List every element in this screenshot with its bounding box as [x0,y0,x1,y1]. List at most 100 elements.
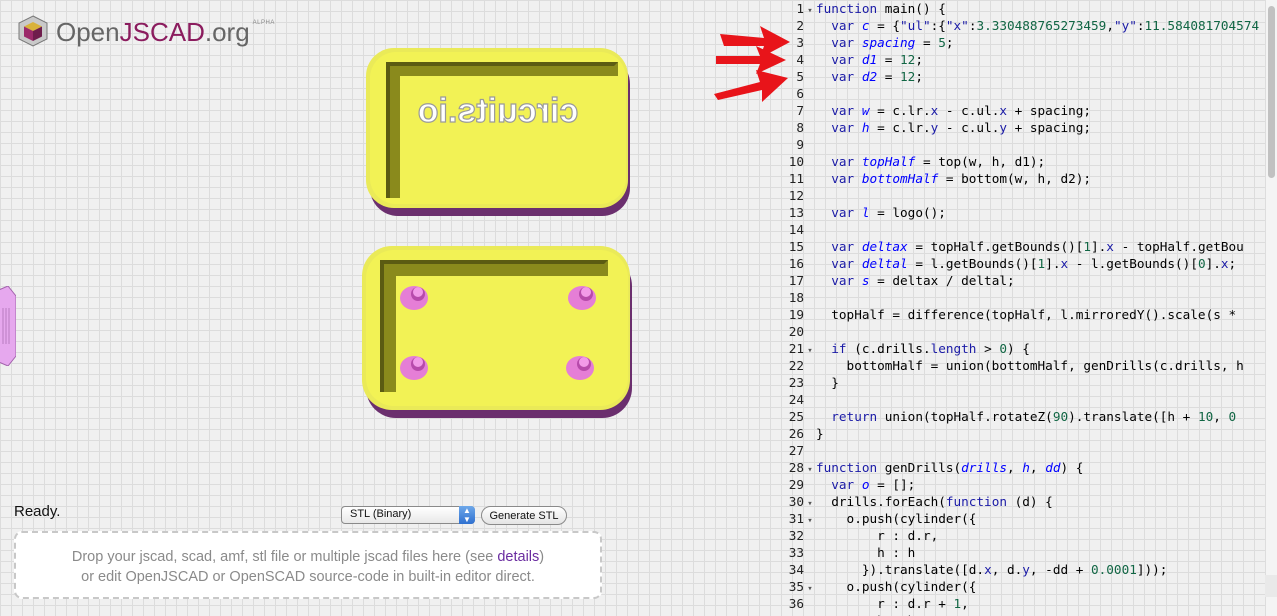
line-number: 36 [788,596,804,611]
openjscad-logo[interactable]: OpenJSCAD.org ALPHA [16,14,275,50]
code-line[interactable]: 14 [775,221,816,238]
code-line[interactable]: 30 ▾ drills.forEach(function (d) { [775,493,1053,510]
code-line[interactable]: 37 h : h + 2 [775,612,946,616]
drill-post [400,286,428,310]
code-token: genDrills( [884,460,962,475]
generate-stl-button[interactable]: Generate STL [481,506,567,525]
code-line[interactable]: 6 [775,85,816,102]
code-token: = top(w, h, d1); [915,154,1046,169]
code-token: dd [1045,460,1061,475]
code-line[interactable]: 17 var s = deltax / deltal; [775,272,1015,289]
code-line[interactable]: 25 return union(topHalf.rotateZ(90).tran… [775,408,1236,425]
code-token: topHalf [861,154,916,169]
code-line[interactable]: 2 var c = {"ul":{"x":3.330488765273459,"… [775,17,1259,34]
code-line[interactable]: 32 r : d.r, [775,527,939,544]
details-link[interactable]: details [497,549,539,565]
scrollbar-thumb[interactable] [1268,6,1275,178]
code-token: ; [915,69,923,84]
export-format-value: STL (Binary) [350,508,412,520]
code-line[interactable]: 36 r : d.r + 1, [775,595,969,612]
code-line[interactable]: 8 var h = c.lr.y - c.ul.y + spacing; [775,119,1091,136]
line-number: 22 [788,358,804,373]
code-token: function [816,1,885,16]
code-line[interactable]: 3 var spacing = 5; [775,34,953,51]
code-line[interactable]: 16 var deltal = l.getBounds()[1].x - l.g… [775,255,1236,272]
drill-post [566,356,594,380]
code-line[interactable]: 13 var l = logo(); [775,204,946,221]
code-line[interactable]: 18 [775,289,816,306]
code-token: var [831,154,862,169]
code-token: 0.0001 [1091,562,1137,577]
code-line[interactable]: 33 h : h [775,544,916,561]
code-line[interactable]: 22 bottomHalf = union(bottomHalf, genDri… [775,357,1244,374]
code-token: = [877,52,901,67]
code-token: var [831,256,862,271]
code-line[interactable]: 12 [775,187,816,204]
code-token: o.push(cylinder({ [816,511,977,526]
side-panel-handle[interactable] [0,286,16,366]
code-token: 0 [1228,409,1237,424]
code-token: = c.lr. [869,120,931,135]
code-line[interactable]: 27 [775,442,816,459]
code-line[interactable]: 9 [775,136,816,153]
code-line[interactable]: 10 var topHalf = top(w, h, d1); [775,153,1045,170]
code-line[interactable]: 28 ▾ function genDrills(drills, h, dd) { [775,459,1084,476]
code-token: ) { [1060,460,1084,475]
code-line[interactable]: 24 [775,391,816,408]
dropzone-line-1: Drop your jscad, scad, amf, stl file or … [16,547,600,567]
code-line[interactable]: 5 var d2 = 12; [775,68,923,85]
code-line[interactable]: 31 ▾ o.push(cylinder({ [775,510,977,527]
line-number: 32 [788,528,804,543]
code-token: function [816,460,885,475]
export-format-select[interactable]: STL (Binary) ▲ ▼ [341,506,475,524]
code-line[interactable]: 29 var o = []; [775,476,916,493]
code-line[interactable]: 21 ▾ if (c.drills.length > 0) { [775,340,1030,357]
code-line[interactable]: 35 ▾ o.push(cylinder({ [775,578,977,595]
code-line[interactable]: 23 } [775,374,839,391]
code-line[interactable]: 15 var deltax = topHalf.getBounds()[1].x… [775,238,1244,255]
code-editor[interactable]: 1 ▾ function main() {2 var c = {"ul":{"x":… [775,0,1265,616]
alpha-badge: ALPHA [252,20,275,26]
line-number: 15 [788,239,804,254]
code-line[interactable]: 7 var w = c.lr.x - c.ul.x + spacing; [775,102,1091,119]
code-line[interactable]: 34 }).translate([d.x, d.y, -dd + 0.0001]… [775,561,1168,578]
code-token: var [831,273,862,288]
code-line[interactable]: 20 [775,323,816,340]
file-dropzone[interactable]: Drop your jscad, scad, amf, stl file or … [14,531,602,599]
code-line[interactable]: 1 ▾ function main() { [775,0,946,17]
code-token: var [831,18,862,33]
code-token: = c.lr. [869,103,931,118]
code-token: (c.drills. [846,341,931,356]
code-token: 0 [1197,256,1206,271]
line-number: 12 [788,188,804,203]
3d-viewer[interactable]: circuits.io [340,40,660,430]
line-number: 17 [788,273,804,288]
code-token: var [831,120,862,135]
logo-text-open: Open [56,17,120,47]
code-line[interactable]: 19 topHalf = difference(topHalf, l.mirro… [775,306,1236,323]
code-line[interactable]: 26} [775,425,824,442]
code-token: "ul" [900,18,931,33]
code-line[interactable]: 11 var bottomHalf = bottom(w, h, d2); [775,170,1091,187]
code-token: d2 [861,69,878,84]
code-token: 10 [1197,409,1214,424]
code-token: var [831,52,862,67]
code-token: ]. [1091,239,1107,254]
line-number: 3 [796,35,804,50]
editor-scrollbar[interactable] [1265,0,1277,616]
code-token: y [1022,562,1030,577]
code-token: 11.584081704574 [1144,18,1260,33]
code-token: var [831,35,862,50]
code-token: = bottom(w, h, d2); [938,171,1092,186]
code-line[interactable]: 4 var d1 = 12; [775,51,923,68]
code-token: d1 [861,52,878,67]
code-token: r : d.r + [816,596,954,611]
chevron-updown-icon: ▲ ▼ [459,506,475,524]
code-token: h [1022,460,1030,475]
code-token: = { [869,18,901,33]
